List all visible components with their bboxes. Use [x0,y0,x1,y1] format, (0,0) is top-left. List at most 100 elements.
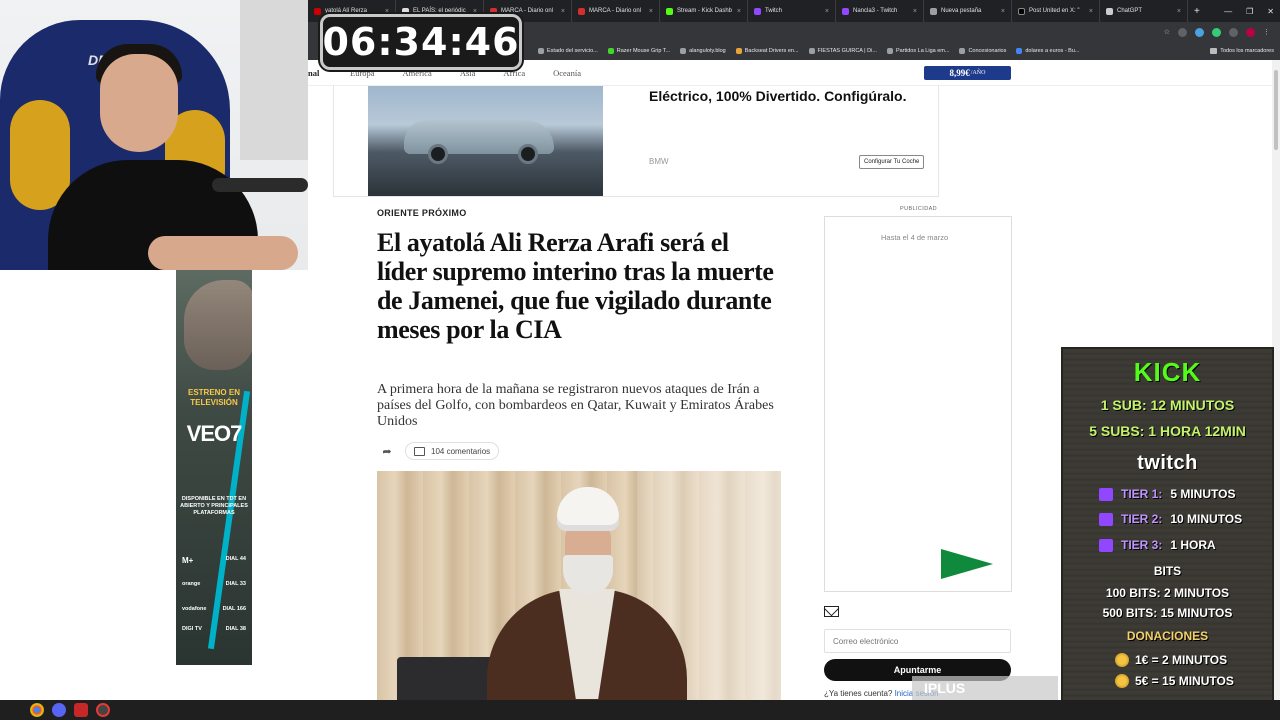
bits-heading: BITS [1153,564,1182,578]
channel-dial: DIGI TV DIAL 38 [182,626,246,632]
browser-tab[interactable]: Twitch × [748,0,836,22]
streamer-face [100,54,178,152]
bookmark-favicon-icon [538,48,544,54]
subscribe-button[interactable]: 8,99€/AÑO [924,66,1011,80]
bookmark-favicon-icon [607,48,614,54]
window-controls: — ❐ ✕ [1224,0,1274,22]
restore-icon[interactable]: ❐ [1246,7,1253,16]
browser-tab[interactable]: Stream - Kick Dashb × [660,0,748,22]
article-headline: El ayatolá Ali Rerza Arafi será el líder… [377,228,774,344]
bits-rule: 100 BITS: 2 MINUTOS [1105,586,1230,600]
close-tab-icon[interactable]: × [1001,8,1005,15]
tab-favicon-icon [578,7,585,15]
extension-icon[interactable] [1178,27,1187,37]
tab-favicon-icon [1018,7,1025,15]
subathon-rules-panel: KICK 1 SUB: 12 MINUTOS 5 SUBS: 1 HORA 12… [1061,347,1274,715]
tab-favicon-icon [314,7,321,15]
close-tab-icon[interactable]: × [1177,8,1181,15]
bookmark-favicon-icon [808,48,815,54]
twitch-icon [1099,487,1113,501]
obs-app-icon[interactable] [74,703,88,717]
newsletter-email-input[interactable] [824,629,1011,653]
tab-favicon-icon [666,7,673,15]
close-tab-icon[interactable]: × [737,8,741,15]
folder-icon [1210,48,1218,54]
car-image [368,86,603,196]
chrome-icon[interactable] [30,703,44,717]
discord-icon[interactable] [52,703,66,717]
close-tab-icon[interactable]: × [913,8,917,15]
section-kicker[interactable]: ORIENTE PRÓXIMO [377,208,467,218]
bookmark[interactable]: dolares a euros - Bu... [1016,48,1080,54]
screen: yatolá Alí Rerza × EL PAÍS: el periódic × … [0,0,1280,720]
tab-favicon-icon [1106,7,1113,15]
donation-rule: 5€ = 15 MINUTOS [1115,674,1234,688]
twitch-tier-rule: TIER 3: 1 HORA [1099,538,1216,552]
bookmark-favicon-icon [680,48,687,54]
browser-tab[interactable]: Nancla3 - Twitch × [836,0,924,22]
kick-rule: 1 SUB: 12 MINUTOS [1100,397,1235,413]
bookmark-favicon-icon [1016,48,1023,54]
bookmark[interactable]: Backseat Drivers en... [735,48,799,54]
new-tab-button[interactable]: + [1188,0,1206,22]
el-corte-ingles-logo [941,549,993,579]
bookmark[interactable]: alanguloty.blog [680,48,726,54]
ad-headline: Eléctrico, 100% Divertido. Configúralo. [649,88,907,104]
veo7-ad: ESTRENO EN TELEVISIÓN VEO7 DISPONIBLE EN… [176,270,252,665]
bookmark[interactable]: Razer Mouse Grip T... [607,48,670,54]
configure-car-button[interactable]: Configurar Tu Coche [859,155,925,169]
channel-dial: M+ DIAL 44 [182,556,246,565]
bookmark[interactable]: FIESTAS GUIRCA | Di... [808,48,877,54]
subathon-timer: 06:34:46 [320,14,522,70]
extensions-puzzle-icon[interactable] [1229,27,1238,37]
extension-icon[interactable] [1212,27,1221,37]
donations-heading: DONACIONES [1126,629,1209,643]
webcam-overlay: DRIFT [0,0,308,270]
all-bookmarks[interactable]: Todos los marcadores [1210,42,1274,60]
kick-logo: KICK [1133,357,1202,387]
browser-tab[interactable]: MARCA - Diario onl × [572,0,660,22]
tab-favicon-icon [754,7,761,15]
kick-rule: 5 SUBS: 1 HORA 12MIN [1089,423,1246,439]
twitch-icon [1099,512,1113,526]
sidebar-ad[interactable]: Hasta el 4 de marzo [824,216,1012,592]
recorder-icon[interactable] [96,703,110,717]
ad-premiere-text: ESTRENO EN TELEVISIÓN [187,388,240,407]
article-tools: ➦ 104 comentarios [377,442,500,460]
browser-tab[interactable]: ChatGPT × [1100,0,1188,22]
mail-icon [824,606,839,617]
twitch-tier-rule: TIER 2: 10 MINUTOS [1099,512,1242,526]
minimize-icon[interactable]: — [1224,7,1232,16]
comment-bubble-icon [414,446,425,456]
bookmark[interactable]: Estado del servicio... [538,48,598,54]
bookmark-star-icon[interactable]: ☆ [1164,28,1170,36]
bookmark[interactable]: Concesionarios [959,48,1006,54]
article-standfirst: A primera hora de la mañana se registrar… [377,382,774,429]
comments-button[interactable]: 104 comentarios [405,442,500,460]
close-tab-icon[interactable]: × [649,8,653,15]
browser-tab[interactable]: Nueva pestaña × [924,0,1012,22]
nav-item[interactable]: nal [308,68,319,78]
bookmark[interactable]: Partidos La Liga em... [886,48,949,54]
close-tab-icon[interactable]: × [825,8,829,15]
bookmark-favicon-icon [886,48,893,54]
menu-dots-icon[interactable]: ⋮ [1263,28,1270,36]
promo-date: Hasta el 4 de marzo [881,233,949,242]
extension-icon[interactable] [1195,27,1204,37]
advertising-label: PUBLICIDAD [900,206,938,212]
bmw-ad-banner[interactable]: Eléctrico, 100% Divertido. Configúralo. … [333,86,939,197]
nav-item-oceania[interactable]: Oceanía [553,68,581,78]
tab-favicon-icon [930,7,937,15]
close-window-icon[interactable]: ✕ [1267,7,1274,16]
close-tab-icon[interactable]: × [1089,8,1093,15]
browser-tab[interactable]: Post United en X: " × [1012,0,1100,22]
share-icon[interactable]: ➦ [377,443,397,459]
twitch-logo: twitch [1137,452,1198,474]
profile-avatar-icon[interactable] [1246,27,1255,37]
article-photo [377,471,781,700]
close-tab-icon[interactable]: × [561,8,565,15]
tab-favicon-icon [842,7,849,15]
channel-dial: orange DIAL 33 [182,581,246,587]
taskbar [0,700,1280,720]
scrollbar-thumb[interactable] [1274,70,1278,150]
